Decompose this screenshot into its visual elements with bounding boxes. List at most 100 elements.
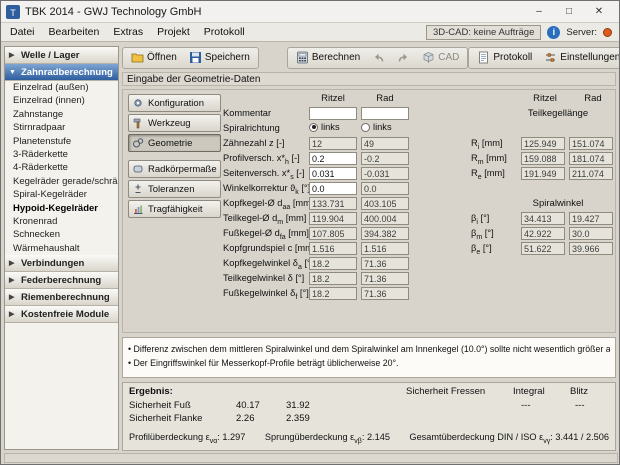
- titlebar: T TBK 2014 - GWJ Technology GmbH – □ ✕: [1, 1, 619, 23]
- minimize-button[interactable]: –: [524, 1, 554, 22]
- kopfkegel-d-ritzel-field: [309, 197, 357, 210]
- menu-datei[interactable]: Datei: [3, 24, 42, 40]
- sidebar-item-planetenstufe[interactable]: Planetenstufe: [5, 135, 118, 148]
- maximize-button[interactable]: □: [554, 1, 584, 22]
- zaehnezahl-rad-field: [361, 137, 409, 150]
- kommentar-rad-input[interactable]: [361, 107, 409, 120]
- info-icon[interactable]: i: [547, 25, 561, 39]
- sidebar-section-zahnradberechnung[interactable]: ▼ Zahnradberechnung: [5, 64, 118, 81]
- r-i-rad-field: [569, 137, 613, 150]
- fusskegel-d-ritzel-field: [309, 227, 357, 240]
- sidebar-item-spiral-kegelraeder[interactable]: Spiral-Kegelräder: [5, 188, 118, 201]
- beta-i-rad-field: [569, 212, 613, 225]
- sidebar-section-federberechnung[interactable]: ▶ Federberechnung: [5, 272, 118, 290]
- open-button[interactable]: Öffnen: [126, 49, 182, 67]
- teilkegel-d-ritzel-field: [309, 212, 357, 225]
- sidebar-item-schnecken[interactable]: Schnecken: [5, 228, 118, 241]
- cad-button[interactable]: CAD: [417, 49, 464, 67]
- document-icon: [477, 51, 490, 64]
- kommentar-label: Kommentar: [223, 108, 272, 118]
- r-e-label: Re [mm]: [471, 168, 505, 181]
- sidebar-item-einzelrad-innen[interactable]: Einzelrad (innen): [5, 94, 118, 107]
- seitenversch-ritzel-input[interactable]: [309, 167, 357, 180]
- sidebar: ▶ Welle / Lager ▼ Zahnradberechnung Einzel…: [4, 46, 119, 450]
- plus-minus-icon: [132, 183, 144, 195]
- sicherheit-fressen-header: Sicherheit Fressen: [406, 386, 486, 397]
- protocol-button[interactable]: Protokoll: [472, 49, 537, 67]
- beta-e-label: βe [°]: [471, 243, 492, 256]
- fressen-integral-value: ---: [521, 400, 531, 411]
- kommentar-ritzel-input[interactable]: [309, 107, 357, 120]
- column-header-ritzel: Ritzel: [321, 93, 345, 104]
- menu-projekt[interactable]: Projekt: [150, 24, 197, 40]
- beta-m-ritzel-field: [521, 227, 565, 240]
- fusskegel-d-label: Fußkegel-Ø dfa [mm]: [223, 228, 309, 241]
- sidebar-item-4-raederkette[interactable]: 4-Räderkette: [5, 161, 118, 174]
- sidebar-section-riemenberechnung[interactable]: ▶ Riemenberechnung: [5, 289, 118, 307]
- sidebar-item-kegelraeder-gerade-schraeg[interactable]: Kegelräder gerade/schräg: [5, 175, 118, 188]
- profilversch-rad-field: [361, 152, 409, 165]
- chevron-right-icon: ▶: [9, 277, 15, 285]
- window-title: TBK 2014 - GWJ Technology GmbH: [25, 5, 202, 18]
- konfiguration-button[interactable]: Konfiguration: [128, 94, 221, 112]
- r-i-label: Ri [mm]: [471, 138, 503, 151]
- hint-line: • Differenz zwischen dem mittleren Spira…: [128, 344, 610, 354]
- teilkegel-d-label: Teilkegel-Ø dm [mm]: [223, 213, 307, 226]
- menu-bearbeiten[interactable]: Bearbeiten: [42, 24, 107, 40]
- sicherheit-flanke-ritzel-value: 2.26: [236, 413, 255, 424]
- kopfgrundspiel-label: Kopfgrundspiel c [mm]: [223, 243, 316, 253]
- folder-open-icon: [131, 51, 144, 64]
- undo-icon: [372, 51, 385, 64]
- sidebar-item-einzelrad-aussen[interactable]: Einzelrad (außen): [5, 81, 118, 94]
- sidebar-item-stirnradpaar[interactable]: Stirnradpaar: [5, 121, 118, 134]
- menu-protokoll[interactable]: Protokoll: [197, 24, 252, 40]
- winkelkorrektur-rad-field: [361, 182, 409, 195]
- sidebar-section-verbindungen[interactable]: ▶ Verbindungen: [5, 255, 118, 273]
- chevron-right-icon: ▶: [9, 294, 15, 302]
- spiralrichtung-ritzel-links-radio[interactable]: links: [309, 122, 340, 132]
- chevron-down-icon: ▼: [9, 68, 16, 76]
- wheel-body-icon: [132, 163, 144, 175]
- werkzeug-button[interactable]: Werkzeug: [128, 114, 221, 132]
- sidebar-item-kronenrad[interactable]: Kronenrad: [5, 215, 118, 228]
- sicherheit-flanke-rad-value: 2.359: [286, 413, 310, 424]
- fusskegel-d-rad-field: [361, 227, 409, 240]
- profilversch-label: Profilversch. x*h [-]: [223, 153, 300, 166]
- toleranzen-button[interactable]: Toleranzen: [128, 180, 221, 198]
- calculate-button[interactable]: Berechnen: [291, 49, 365, 67]
- fusskegelwinkel-label: Fußkegelwinkel δf [°]: [223, 288, 309, 301]
- geometrie-button[interactable]: Geometrie: [128, 134, 221, 152]
- menu-extras[interactable]: Extras: [106, 24, 150, 40]
- app-window: T TBK 2014 - GWJ Technology GmbH – □ ✕ D…: [0, 0, 620, 465]
- beta-m-label: βm [°]: [471, 228, 494, 241]
- save-button[interactable]: Speichern: [184, 49, 255, 67]
- spiralrichtung-rad-links-radio[interactable]: links: [361, 122, 392, 132]
- kopfkegelwinkel-rad-field: [361, 257, 409, 270]
- hints-panel: • Differenz zwischen dem mittleren Spira…: [122, 337, 616, 378]
- teilkegelwinkel-rad-field: [361, 272, 409, 285]
- sidebar-section-welle-lager[interactable]: ▶ Welle / Lager: [5, 47, 118, 64]
- radio-checked-icon: [309, 122, 318, 132]
- beta-i-ritzel-field: [521, 212, 565, 225]
- profilversch-ritzel-input[interactable]: [309, 152, 357, 165]
- r-m-label: Rm [mm]: [471, 153, 507, 166]
- settings-button[interactable]: Einstellungen: [539, 49, 619, 67]
- redo-button[interactable]: [392, 49, 415, 67]
- tragfaehigkeit-button[interactable]: Tragfähigkeit: [128, 200, 221, 218]
- close-button[interactable]: ✕: [584, 1, 614, 22]
- sidebar-item-zahnstange[interactable]: Zahnstange: [5, 108, 118, 121]
- undo-button[interactable]: [367, 49, 390, 67]
- teilkegellaenge-header: Teilkegellänge: [527, 108, 589, 119]
- radkoerpermasse-button[interactable]: Radkörpermaße: [128, 160, 221, 178]
- gear-icon: [132, 97, 144, 109]
- zaehnezahl-label: Zähnezahl z [-]: [223, 138, 285, 148]
- winkelkorrektur-ritzel-input[interactable]: [309, 182, 357, 195]
- r-e-rad-field: [569, 167, 613, 180]
- sidebar-item-waermehaushalt[interactable]: Wärmehaushalt: [5, 242, 118, 255]
- sidebar-section-kostenfreie-module[interactable]: ▶ Kostenfreie Module: [5, 306, 118, 324]
- sicherheit-flanke-label: Sicherheit Flanke: [129, 413, 203, 424]
- sidebar-item-3-raederkette[interactable]: 3-Räderkette: [5, 148, 118, 161]
- bar-chart-icon: [132, 203, 144, 215]
- sidebar-item-hypoid-kegelraeder[interactable]: Hypoid-Kegelräder: [5, 202, 118, 215]
- sicherheit-fuss-rad-value: 31.92: [286, 400, 310, 411]
